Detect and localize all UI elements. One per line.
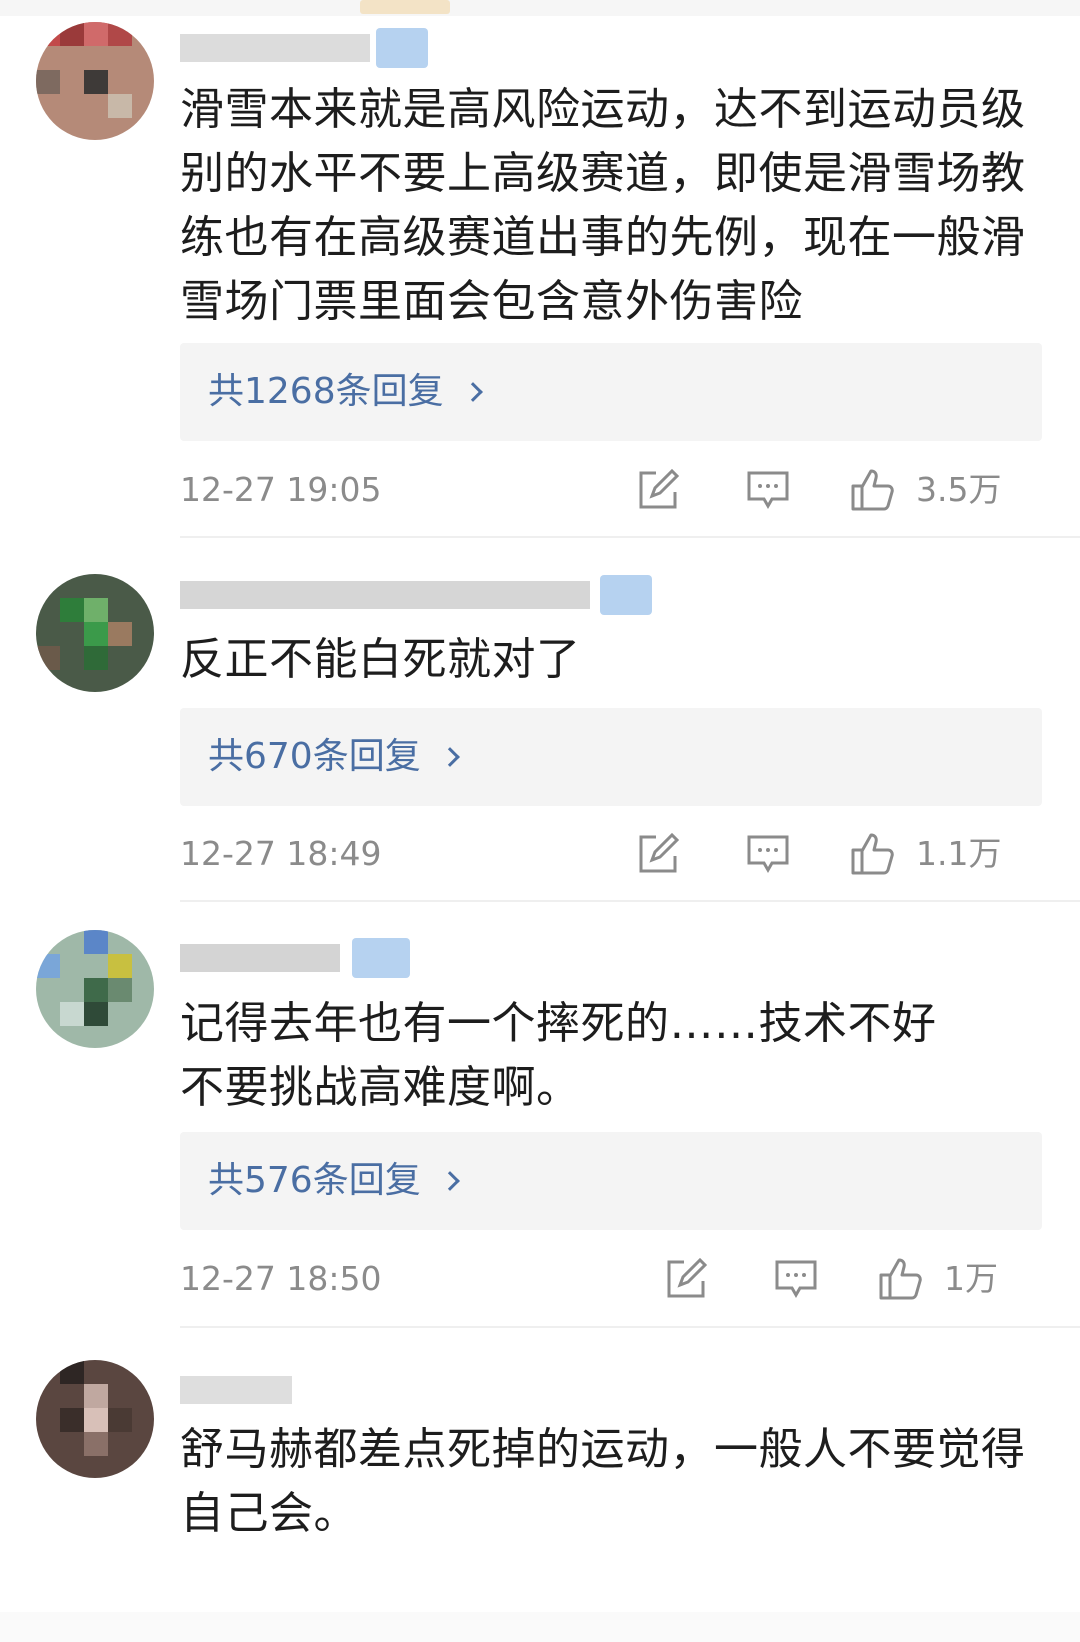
replies-box[interactable]: 共576条回复	[180, 1132, 1042, 1230]
username-blurred[interactable]	[180, 575, 660, 615]
replies-count-label: 共1268条回复	[208, 371, 444, 412]
thumbs-up-icon[interactable]	[850, 832, 896, 876]
comment-text: 反正不能白死就对了	[180, 634, 581, 685]
comment-text: 滑雪本来就是高风险运动，达不到运动员级别的水平不要上高级赛道，即使是滑雪场教练也…	[180, 84, 1026, 327]
view-replies-link[interactable]: 共576条回复	[208, 1132, 460, 1230]
thumbs-up-icon[interactable]	[878, 1257, 924, 1301]
chevron-right-icon	[439, 1171, 460, 1191]
replies-box[interactable]: 共1268条回复	[180, 343, 1042, 441]
comment-meta: 12-27 18:49 1.1万	[180, 824, 1042, 884]
comment-text: 舒马赫都差点死掉的运动，一般人不要觉得自己会。	[180, 1424, 1026, 1539]
chevron-right-icon	[462, 382, 483, 402]
username-blurred[interactable]	[180, 1370, 310, 1410]
comment-meta: 12-27 19:05 3.5万	[180, 460, 1042, 520]
comment-icon[interactable]	[746, 832, 790, 876]
timestamp: 12-27 18:50	[180, 1259, 382, 1298]
replies-count-label: 共576条回复	[208, 1160, 421, 1201]
comment-icon[interactable]	[774, 1257, 818, 1301]
previous-content-strip	[0, 0, 1080, 16]
comment-icon[interactable]	[746, 468, 790, 512]
share-edit-icon[interactable]	[636, 468, 680, 512]
divider	[180, 536, 1080, 538]
thumbs-up-icon[interactable]	[850, 468, 896, 512]
username-blurred[interactable]	[180, 938, 420, 978]
like-count: 1万	[944, 1259, 998, 1298]
share-edit-icon[interactable]	[664, 1257, 708, 1301]
comment-text: 记得去年也有一个摔死的……技术不好不要挑战高难度啊。	[180, 998, 937, 1113]
view-replies-link[interactable]: 共670条回复	[208, 708, 460, 806]
avatar[interactable]	[36, 22, 154, 140]
view-replies-link[interactable]: 共1268条回复	[208, 343, 483, 441]
replies-box[interactable]: 共670条回复	[180, 708, 1042, 806]
bottom-edge	[0, 1612, 1080, 1642]
avatar[interactable]	[36, 574, 154, 692]
chevron-right-icon	[439, 747, 460, 767]
replies-count-label: 共670条回复	[208, 736, 421, 777]
comment-feed: 滑雪本来就是高风险运动，达不到运动员级别的水平不要上高级赛道，即使是滑雪场教练也…	[0, 0, 1080, 1642]
divider	[180, 900, 1080, 902]
avatar[interactable]	[36, 1360, 154, 1478]
timestamp: 12-27 18:49	[180, 834, 382, 873]
divider	[180, 1326, 1080, 1328]
like-count: 3.5万	[916, 470, 1002, 509]
username-blurred[interactable]	[180, 28, 440, 68]
share-edit-icon[interactable]	[636, 832, 680, 876]
comment-meta: 12-27 18:50 1万	[180, 1249, 1042, 1309]
timestamp: 12-27 19:05	[180, 470, 382, 509]
avatar[interactable]	[36, 930, 154, 1048]
like-count: 1.1万	[916, 834, 1002, 873]
